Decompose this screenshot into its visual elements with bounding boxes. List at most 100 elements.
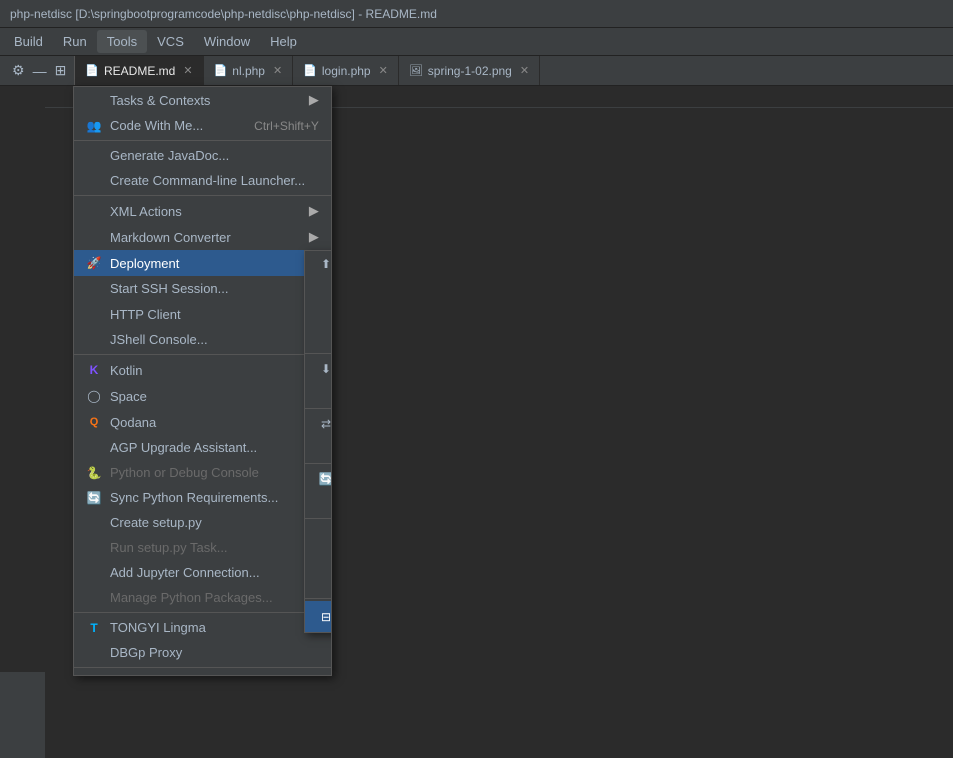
layout-icon[interactable]: ⊞ bbox=[53, 60, 69, 81]
deployment-label: Deployment bbox=[110, 256, 179, 271]
markdown-label: Markdown Converter bbox=[110, 230, 231, 245]
menu-item-agp[interactable]: AGP Upgrade Assistant... bbox=[74, 435, 331, 460]
generate-javadoc-label: Generate JavaDoc... bbox=[110, 148, 229, 163]
loginphp-tab-close[interactable]: ✕ bbox=[379, 64, 388, 77]
submenu-compare-deployed[interactable]: ⇄ Compare with Deployed Version on cativ… bbox=[305, 411, 332, 436]
submenu-configuration[interactable]: Configuration... bbox=[305, 521, 332, 546]
menu-item-sync-python[interactable]: 🔄 Sync Python Requirements... bbox=[74, 485, 331, 510]
submenu-upload-to[interactable]: Upload to... Ctrl+Alt+Shift+X bbox=[305, 276, 332, 301]
tools-dropdown: Tasks & Contexts ▶ 👥 Code With Me... Ctr… bbox=[73, 86, 332, 676]
sep3 bbox=[74, 354, 331, 355]
submenu-compare-to[interactable]: Compare with Deployed to ... bbox=[305, 436, 332, 461]
compare-deployed-icon: ⇄ bbox=[317, 417, 332, 431]
download-cativen-icon: ⬇ bbox=[317, 362, 332, 376]
add-jupyter-label: Add Jupyter Connection... bbox=[110, 565, 260, 580]
submenu-sync-to[interactable]: Sync with Deployed to ... bbox=[305, 491, 332, 516]
menu-item-create-setup[interactable]: Create setup.py bbox=[74, 510, 331, 535]
menu-item-qodana[interactable]: Q Qodana ▶ bbox=[74, 409, 331, 435]
submenu-upload-cativen[interactable]: ⬆ Upload to cativen bbox=[305, 251, 332, 276]
menu-item-code-with-me[interactable]: 👥 Code With Me... Ctrl+Shift+Y bbox=[74, 113, 331, 138]
menu-item-markdown[interactable]: Markdown Converter ▶ bbox=[74, 224, 331, 250]
tongyi-icon: T bbox=[86, 621, 102, 635]
sep4 bbox=[74, 612, 331, 613]
menu-item-generate-javadoc[interactable]: Generate JavaDoc... bbox=[74, 143, 331, 168]
minimize-icon[interactable]: — bbox=[31, 61, 49, 81]
submenu-sep2 bbox=[305, 408, 332, 409]
submenu-download-cativen[interactable]: ⬇ Download from cativen bbox=[305, 356, 332, 381]
menu-item-jshell[interactable]: JShell Console... bbox=[74, 327, 331, 352]
tab-springpng[interactable]: 🖼 spring-1-02.png ✕ bbox=[399, 56, 540, 85]
springpng-tab-icon: 🖼 bbox=[409, 64, 423, 77]
upload-cativen-icon: ⬆ bbox=[317, 257, 332, 271]
python-debug-label: Python or Debug Console bbox=[110, 465, 259, 480]
menu-item-http[interactable]: HTTP Client ▶ bbox=[74, 301, 331, 327]
sep1 bbox=[74, 140, 331, 141]
menu-item-tasks[interactable]: Tasks & Contexts ▶ bbox=[74, 87, 331, 113]
tab-nlphp[interactable]: 📄 nl.php ✕ bbox=[204, 56, 294, 85]
readme-tab-close[interactable]: ✕ bbox=[183, 64, 192, 77]
title-text: php-netdisc [D:\springbootprogramcode\ph… bbox=[10, 7, 437, 21]
deployment-icon: 🚀 bbox=[86, 256, 102, 270]
manage-python-label: Manage Python Packages... bbox=[110, 590, 273, 605]
menu-item-space[interactable]: ◯ Space ▶ bbox=[74, 383, 331, 409]
menu-bar: Build Run Tools VCS Window Help bbox=[0, 28, 953, 56]
sep5 bbox=[74, 667, 331, 668]
sync-cativen-icon: 🔄 bbox=[317, 472, 332, 486]
menu-item-create-cmd[interactable]: Create Command-line Launcher... bbox=[74, 168, 331, 193]
menu-run[interactable]: Run bbox=[53, 30, 97, 53]
xml-arrow: ▶ bbox=[309, 203, 319, 219]
space-icon: ◯ bbox=[86, 389, 102, 403]
menu-build[interactable]: Build bbox=[4, 30, 53, 53]
python-debug-icon: 🐍 bbox=[86, 466, 102, 480]
qodana-label: Qodana bbox=[110, 415, 156, 430]
analyze-label: Analyze Xdebug Profiler Snapshot... bbox=[110, 675, 319, 676]
menu-item-manage-python: Manage Python Packages... bbox=[74, 585, 331, 610]
main-area: php-netdisc\ Tasks & Contexts ▶ 👥 Code W… bbox=[0, 86, 953, 672]
submenu-upload-all-to[interactable]: Upload All Open Files to... bbox=[305, 326, 332, 351]
tab-bar-icons: ⚙ — ⊞ bbox=[4, 56, 75, 85]
menu-window[interactable]: Window bbox=[194, 30, 260, 53]
menu-tools[interactable]: Tools bbox=[97, 30, 147, 53]
submenu-sep1 bbox=[305, 353, 332, 354]
agp-label: AGP Upgrade Assistant... bbox=[110, 440, 257, 455]
menu-item-python-debug: 🐍 Python or Debug Console bbox=[74, 460, 331, 485]
tab-loginphp[interactable]: 📄 login.php ✕ bbox=[293, 56, 399, 85]
menu-vcs[interactable]: VCS bbox=[147, 30, 194, 53]
dbgp-label: DBGp Proxy bbox=[110, 645, 182, 660]
nlphp-tab-close[interactable]: ✕ bbox=[273, 64, 282, 77]
tab-bar: ⚙ — ⊞ 📄 README.md ✕ 📄 nl.php ✕ 📄 login.p… bbox=[0, 56, 953, 86]
loginphp-tab-icon: 📄 bbox=[303, 64, 317, 77]
menu-item-tongyi[interactable]: T TONGYI Lingma bbox=[74, 615, 331, 640]
menu-item-deployment[interactable]: 🚀 Deployment ▶ ⬆ Upload to cativen Uploa… bbox=[74, 250, 331, 276]
menu-item-xml[interactable]: XML Actions ▶ bbox=[74, 198, 331, 224]
submenu-options[interactable]: Options... bbox=[305, 546, 332, 571]
code-with-me-icon: 👥 bbox=[86, 119, 102, 133]
space-label: Space bbox=[110, 389, 147, 404]
springpng-tab-close[interactable]: ✕ bbox=[520, 64, 529, 77]
sync-python-label: Sync Python Requirements... bbox=[110, 490, 278, 505]
deployment-submenu: ⬆ Upload to cativen Upload to... Ctrl+Al… bbox=[304, 250, 332, 633]
title-bar: php-netdisc [D:\springbootprogramcode\ph… bbox=[0, 0, 953, 28]
code-with-me-label: Code With Me... bbox=[110, 118, 203, 133]
menu-item-add-jupyter[interactable]: Add Jupyter Connection... bbox=[74, 560, 331, 585]
submenu-download-from[interactable]: Download from... bbox=[305, 381, 332, 406]
submenu-browse-remote[interactable]: ⊟ Browse Remote Host ➜ bbox=[305, 601, 332, 632]
menu-help[interactable]: Help bbox=[260, 30, 307, 53]
submenu-sync-cativen[interactable]: 🔄 Sync with Deployed to cativen... bbox=[305, 466, 332, 491]
tab-readme[interactable]: 📄 README.md ✕ bbox=[75, 56, 203, 85]
submenu-upload-all-cativen[interactable]: Upload All Opened Files to cativen bbox=[305, 301, 332, 326]
create-setup-label: Create setup.py bbox=[110, 515, 202, 530]
analyze-icon: ✕ bbox=[86, 676, 102, 677]
jshell-label: JShell Console... bbox=[110, 332, 208, 347]
menu-item-analyze[interactable]: ✕ Analyze Xdebug Profiler Snapshot... bbox=[74, 670, 331, 676]
menu-item-kotlin[interactable]: K Kotlin ▶ bbox=[74, 357, 331, 383]
settings-icon[interactable]: ⚙ bbox=[10, 60, 27, 81]
browse-remote-icon: ⊟ bbox=[317, 610, 332, 624]
menu-item-ssh[interactable]: Start SSH Session... bbox=[74, 276, 331, 301]
submenu-sep4 bbox=[305, 518, 332, 519]
http-label: HTTP Client bbox=[110, 307, 181, 322]
kotlin-icon: K bbox=[86, 363, 102, 377]
tasks-label: Tasks & Contexts bbox=[110, 93, 210, 108]
submenu-auto-upload[interactable]: Automatic Upload bbox=[305, 571, 332, 596]
menu-item-dbgp[interactable]: DBGp Proxy bbox=[74, 640, 331, 665]
